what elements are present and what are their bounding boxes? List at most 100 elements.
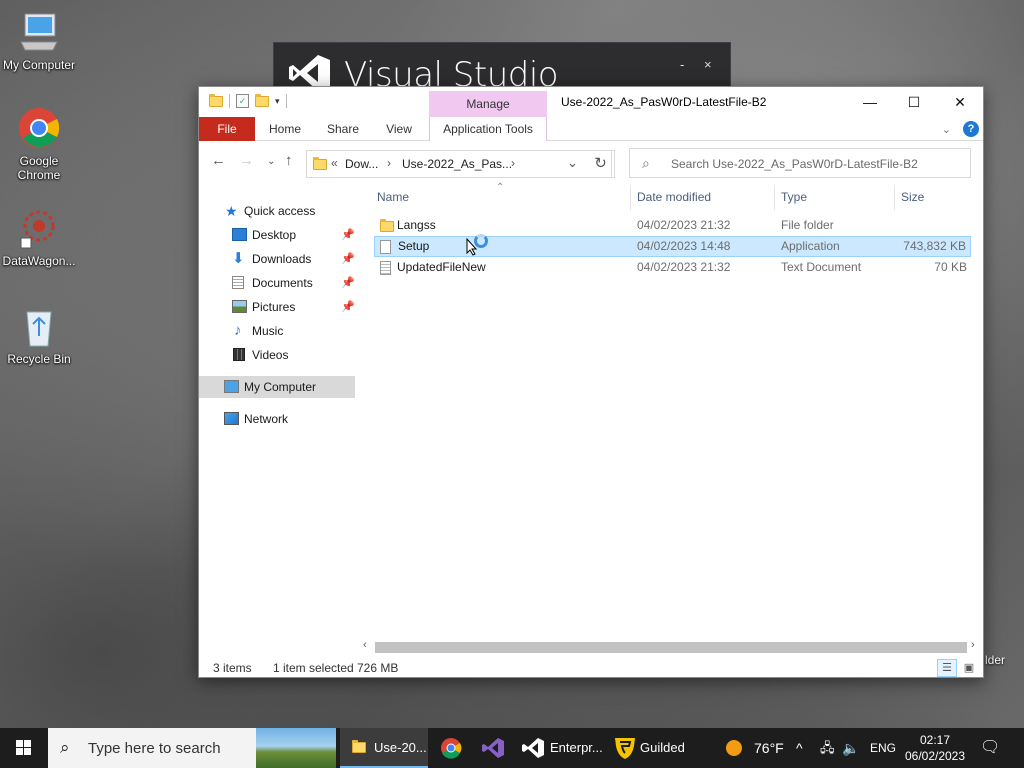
nav-item-videos[interactable]: Videos: [199, 344, 355, 366]
folder-icon: [380, 219, 394, 232]
status-size: 726 MB: [357, 661, 399, 675]
nav-item-music[interactable]: ♪ Music: [199, 320, 355, 342]
scroll-left-icon[interactable]: ‹: [363, 639, 367, 651]
guilded-icon: [615, 738, 635, 759]
title-bar[interactable]: ✓ ▾ Manage Use-2022_As_PasW0rD-LatestFil…: [199, 87, 983, 117]
splash-minimize-button[interactable]: -: [680, 57, 684, 72]
download-icon: ⬇: [232, 250, 245, 267]
nav-item-downloads[interactable]: ⬇ Downloads 📌: [199, 248, 355, 270]
nav-item-desktop[interactable]: Desktop 📌: [199, 224, 355, 246]
column-header-type[interactable]: Type: [781, 190, 807, 204]
chevron-right-icon[interactable]: ›: [511, 156, 515, 170]
clock-time: 02:17: [919, 733, 951, 747]
column-header-size[interactable]: Size: [901, 190, 924, 204]
overflow-chevron-icon[interactable]: «: [331, 156, 338, 170]
back-button[interactable]: ←: [211, 152, 226, 169]
nav-item-pictures[interactable]: Pictures 📌: [199, 296, 355, 318]
taskbar-app-visual-studio-enterprise[interactable]: Enterpr...: [514, 728, 606, 768]
desktop-icon-label: Google Chrome: [17, 154, 61, 182]
music-icon: ♪: [234, 322, 242, 339]
desktop-icon-label: My Computer: [2, 58, 76, 72]
network-status-icon[interactable]: 🖧: [820, 728, 838, 768]
network-icon: [224, 412, 239, 425]
column-header-date-modified[interactable]: Date modified: [637, 190, 711, 204]
tab-view[interactable]: View: [377, 117, 421, 141]
search-icon: ⌕: [60, 738, 70, 757]
desktop-icon-google-chrome[interactable]: Google Chrome: [0, 106, 78, 182]
scroll-right-icon[interactable]: ›: [971, 639, 975, 651]
up-button[interactable]: ↑: [285, 152, 293, 169]
visual-studio-icon: [482, 738, 504, 758]
volume-icon[interactable]: 🔈: [842, 728, 862, 768]
pin-icon[interactable]: 📌: [341, 248, 355, 270]
chevron-right-icon[interactable]: ›: [387, 156, 391, 170]
properties-icon[interactable]: ✓: [236, 94, 249, 108]
customize-toolbar-icon[interactable]: ▾: [275, 96, 280, 107]
videos-icon: [233, 348, 245, 361]
nav-item-documents[interactable]: Documents 📌: [199, 272, 355, 294]
splash-close-button[interactable]: ×: [704, 57, 712, 72]
nav-item-network[interactable]: Network: [199, 408, 355, 430]
help-icon[interactable]: ?: [963, 121, 979, 137]
refresh-button[interactable]: ↻: [587, 150, 615, 178]
taskbar-search-box[interactable]: ⌕ Type here to search: [48, 728, 336, 768]
weather-widget[interactable]: 76°F: [724, 728, 786, 768]
manage-contextual-tab[interactable]: Manage: [429, 91, 547, 117]
show-hidden-icons-button[interactable]: ^: [796, 728, 812, 768]
taskbar-app-file-explorer[interactable]: Use-20...: [340, 728, 428, 768]
expand-ribbon-icon[interactable]: ⌄: [942, 123, 951, 136]
computer-icon: [17, 10, 61, 54]
minimize-button[interactable]: —: [847, 87, 893, 117]
folder-icon[interactable]: [209, 93, 223, 107]
visual-studio-icon: [522, 738, 544, 758]
large-icons-view-button[interactable]: ▣: [959, 659, 979, 677]
horizontal-scrollbar[interactable]: ‹ ›: [361, 639, 983, 656]
desktop-icon-my-computer[interactable]: My Computer: [0, 10, 78, 72]
close-button[interactable]: ✕: [937, 87, 983, 117]
taskbar-app-guilded[interactable]: Guilded: [608, 728, 698, 768]
nav-item-my-computer[interactable]: My Computer: [199, 376, 355, 398]
taskbar-app-visual-studio[interactable]: [474, 728, 512, 768]
search-highlight-image: [256, 728, 336, 768]
maximize-button[interactable]: ☐: [891, 87, 937, 117]
pictures-icon: [232, 300, 247, 313]
search-input[interactable]: Search Use-2022_As_PasW0rD-LatestFile-B2: [671, 157, 918, 171]
tab-file[interactable]: File: [199, 117, 255, 141]
taskbar-clock[interactable]: 02:17 06/02/2023: [900, 732, 970, 764]
nav-item-quick-access[interactable]: ★ Quick access: [199, 200, 355, 222]
details-view-button[interactable]: ☰: [937, 659, 957, 677]
desktop-icon-recycle-bin[interactable]: Recycle Bin: [0, 304, 78, 366]
new-folder-icon[interactable]: [255, 93, 269, 107]
breadcrumb-current-folder[interactable]: Use-2022_As_Pas...: [402, 157, 512, 171]
start-button[interactable]: [0, 728, 48, 768]
tab-application-tools[interactable]: Application Tools: [429, 117, 547, 141]
search-box[interactable]: ⌕ Search Use-2022_As_PasW0rD-LatestFile-…: [629, 148, 971, 178]
desktop-icon-label: DataWagon...: [2, 254, 76, 268]
scrollbar-thumb[interactable]: [375, 642, 967, 653]
tab-home[interactable]: Home: [261, 117, 309, 141]
pin-icon[interactable]: 📌: [341, 296, 355, 318]
desktop-icon: [232, 228, 247, 241]
tab-share[interactable]: Share: [319, 117, 367, 141]
pin-icon[interactable]: 📌: [341, 272, 355, 294]
file-row-updatedfilenew[interactable]: UpdatedFileNew 04/02/2023 21:32 Text Doc…: [374, 257, 971, 278]
input-language-indicator[interactable]: ENG: [870, 728, 898, 768]
breadcrumb-downloads[interactable]: Dow...: [345, 157, 378, 171]
forward-button[interactable]: →: [239, 152, 254, 169]
taskbar-app-chrome[interactable]: [430, 728, 472, 768]
busy-spinner-icon: [474, 234, 488, 248]
taskbar-search-input[interactable]: Type here to search: [88, 740, 221, 757]
file-row-setup[interactable]: Setup 04/02/2023 14:48 Application 743,8…: [374, 236, 971, 257]
column-header-name[interactable]: Name: [377, 190, 409, 204]
sort-ascending-icon: ⌃: [496, 182, 505, 193]
windows-icon: [16, 740, 31, 755]
status-selection: 1 item selected: [273, 661, 354, 675]
desktop-icon-datawagon[interactable]: DataWagon...: [0, 206, 78, 268]
navigation-pane: ★ Quick access Desktop 📌 ⬇ Downloads 📌 D…: [199, 187, 359, 627]
recent-locations-button[interactable]: ⌄: [267, 156, 275, 167]
file-row-langss[interactable]: Langss 04/02/2023 21:32 File folder: [374, 215, 971, 236]
pin-icon[interactable]: 📌: [341, 224, 355, 246]
notifications-button[interactable]: 🗨: [980, 728, 1004, 768]
address-bar[interactable]: « Dow... › Use-2022_As_Pas... › ⌄: [306, 150, 612, 178]
address-dropdown-icon[interactable]: ⌄: [567, 155, 578, 171]
